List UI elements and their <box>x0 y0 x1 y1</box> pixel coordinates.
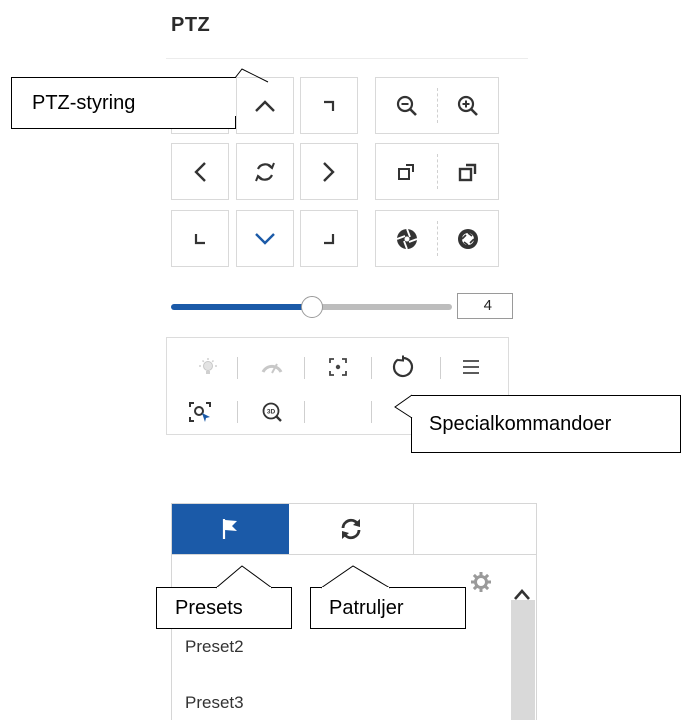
iris-open-button[interactable] <box>437 211 498 266</box>
list-item[interactable]: Preset3 <box>185 693 244 713</box>
separator <box>371 401 372 423</box>
callout-pointer <box>394 394 413 419</box>
tab-empty[interactable] <box>413 504 536 554</box>
light-icon <box>199 358 217 374</box>
title-divider <box>166 58 528 59</box>
menu-button[interactable] <box>453 354 489 380</box>
callout-pointer <box>215 565 273 589</box>
flag-icon <box>222 519 237 539</box>
corner-down-right-icon <box>324 233 335 244</box>
chevron-up-icon <box>514 589 530 600</box>
callout-pointer <box>320 565 391 589</box>
ptz-title: PTZ <box>171 14 211 36</box>
speed-slider-handle[interactable] <box>301 296 323 318</box>
wiper-icon <box>261 363 283 374</box>
iris-close-button[interactable] <box>376 211 437 266</box>
focus-near-button[interactable] <box>376 144 437 199</box>
light-button[interactable] <box>190 354 226 380</box>
callout-presets: Presets <box>156 587 292 629</box>
ptz-button-down-left[interactable] <box>171 210 229 267</box>
chevron-right-icon <box>323 161 335 182</box>
scrollbar-thumb[interactable] <box>511 600 535 720</box>
ptz-button-down[interactable] <box>236 210 294 267</box>
refresh-icon <box>341 518 361 540</box>
separator <box>304 401 305 423</box>
ptz-button-auto-rotate[interactable] <box>236 143 294 200</box>
zoom-in-button[interactable] <box>437 78 498 133</box>
separator <box>304 357 305 379</box>
3d-zoom-button[interactable]: 3D <box>254 398 290 426</box>
iris-close-icon <box>396 228 417 249</box>
wiper-button[interactable] <box>254 354 290 380</box>
speed-value-input[interactable]: 4 <box>457 293 513 319</box>
tab-patrols[interactable] <box>289 504 414 554</box>
manual-track-button[interactable] <box>180 398 220 426</box>
speed-slider-fill <box>171 304 312 310</box>
zoom-out-button[interactable] <box>376 78 437 133</box>
chevron-left-icon <box>194 161 206 182</box>
zoom-group <box>375 77 499 134</box>
separator <box>440 357 441 379</box>
focus-group <box>375 143 499 200</box>
speed-slider-track[interactable] <box>310 304 452 310</box>
focus-near-icon <box>397 163 414 180</box>
gear-icon <box>471 572 491 592</box>
separator <box>371 357 372 379</box>
ptz-button-down-right[interactable] <box>300 210 358 267</box>
rotate-icon <box>255 162 275 181</box>
manual-track-icon <box>189 402 211 422</box>
iris-group <box>375 210 499 267</box>
callout-ptz-control: PTZ-styring <box>11 77 236 129</box>
svg-text:3D: 3D <box>267 409 276 416</box>
focus-assist-icon <box>329 358 347 376</box>
focus-assist-button[interactable] <box>320 354 356 380</box>
ptz-button-left[interactable] <box>171 143 229 200</box>
lens-init-button[interactable] <box>385 352 421 382</box>
tab-presets[interactable] <box>172 504 289 554</box>
separator <box>237 401 238 423</box>
focus-far-button[interactable] <box>437 144 498 199</box>
menu-icon <box>463 360 479 374</box>
3d-zoom-icon: 3D <box>262 402 282 422</box>
callout-pointer <box>234 68 269 116</box>
zoom-in-icon <box>457 95 478 116</box>
corner-down-left-icon <box>194 233 205 244</box>
iris-open-icon <box>457 228 478 249</box>
lens-init-icon <box>392 355 414 378</box>
ptz-button-right[interactable] <box>300 143 358 200</box>
corner-up-right-icon <box>324 100 335 111</box>
separator <box>237 357 238 379</box>
callout-patrols: Patruljer <box>310 587 466 629</box>
preset-settings-button[interactable] <box>470 571 492 598</box>
focus-far-icon <box>458 163 476 181</box>
preset-tab-bar <box>171 503 537 555</box>
zoom-out-icon <box>396 95 417 116</box>
ptz-button-up-right[interactable] <box>300 77 358 134</box>
list-item[interactable]: Preset2 <box>185 637 244 657</box>
callout-special-commands: Specialkommandoer <box>411 395 681 453</box>
chevron-down-icon <box>255 232 275 245</box>
